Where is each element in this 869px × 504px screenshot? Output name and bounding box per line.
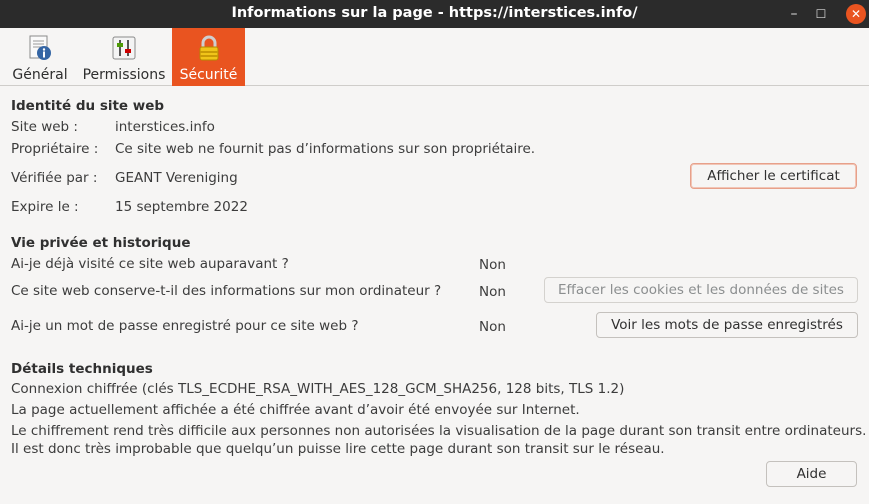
lock-icon — [199, 35, 218, 61]
identity-heading: Identité du site web — [11, 98, 165, 114]
permissions-icon — [112, 36, 136, 60]
technical-heading: Détails techniques — [11, 361, 153, 377]
minimize-icon[interactable]: – — [784, 4, 804, 24]
verified-by-value: GEANT Vereniging — [115, 170, 238, 186]
close-icon[interactable]: ✕ — [846, 4, 866, 24]
maximize-icon[interactable]: ☐ — [811, 4, 831, 24]
owner-value: Ce site web ne fournit pas d’information… — [115, 141, 536, 157]
tab-general[interactable]: Général — [6, 28, 74, 86]
visited-question: Ai-je déjà visité ce site web auparavant… — [11, 256, 289, 272]
tab-general-label: Général — [12, 67, 68, 83]
window-title: Informations sur la page - https://inter… — [231, 5, 638, 21]
tab-permissions[interactable]: Permissions — [80, 28, 168, 86]
owner-label: Propriétaire : — [11, 141, 99, 157]
website-value: interstices.info — [115, 119, 215, 135]
window-titlebar: Informations sur la page - https://inter… — [0, 0, 869, 28]
privacy-heading: Vie privée et historique — [11, 235, 191, 251]
verified-by-label: Vérifiée par : — [11, 170, 98, 186]
technical-connection: Connexion chiffrée (clés TLS_ECDHE_RSA_W… — [11, 381, 625, 397]
view-passwords-button[interactable]: Voir les mots de passe enregistrés — [596, 312, 858, 338]
expires-label: Expire le : — [11, 199, 79, 215]
tab-toolbar: Général Permissions Sécurité — [0, 28, 869, 86]
technical-encrypted: La page actuellement affichée a été chif… — [11, 402, 580, 418]
view-certificate-button[interactable]: Afficher le certificat — [690, 163, 857, 189]
stored-data-question: Ce site web conserve-t-il des informatio… — [11, 283, 442, 299]
tab-permissions-label: Permissions — [82, 67, 166, 83]
security-panel: Identité du site web Site web : intersti… — [0, 86, 869, 504]
password-answer: Non — [479, 319, 506, 335]
visited-answer: Non — [479, 257, 506, 273]
password-question: Ai-je un mot de passe enregistré pour ce… — [11, 318, 359, 334]
clear-cookies-button[interactable]: Effacer les cookies et les données de si… — [544, 277, 858, 303]
website-label: Site web : — [11, 119, 78, 135]
stored-data-answer: Non — [479, 284, 506, 300]
tab-security[interactable]: Sécurité — [172, 28, 245, 86]
tab-security-label: Sécurité — [179, 67, 238, 83]
technical-explanation-1: Le chiffrement rend très difficile aux p… — [11, 423, 867, 439]
help-button[interactable]: Aide — [766, 461, 857, 487]
info-page-icon — [29, 35, 51, 60]
expires-value: 15 septembre 2022 — [115, 199, 248, 215]
technical-explanation-2: Il est donc très improbable que quelqu’u… — [11, 441, 665, 457]
